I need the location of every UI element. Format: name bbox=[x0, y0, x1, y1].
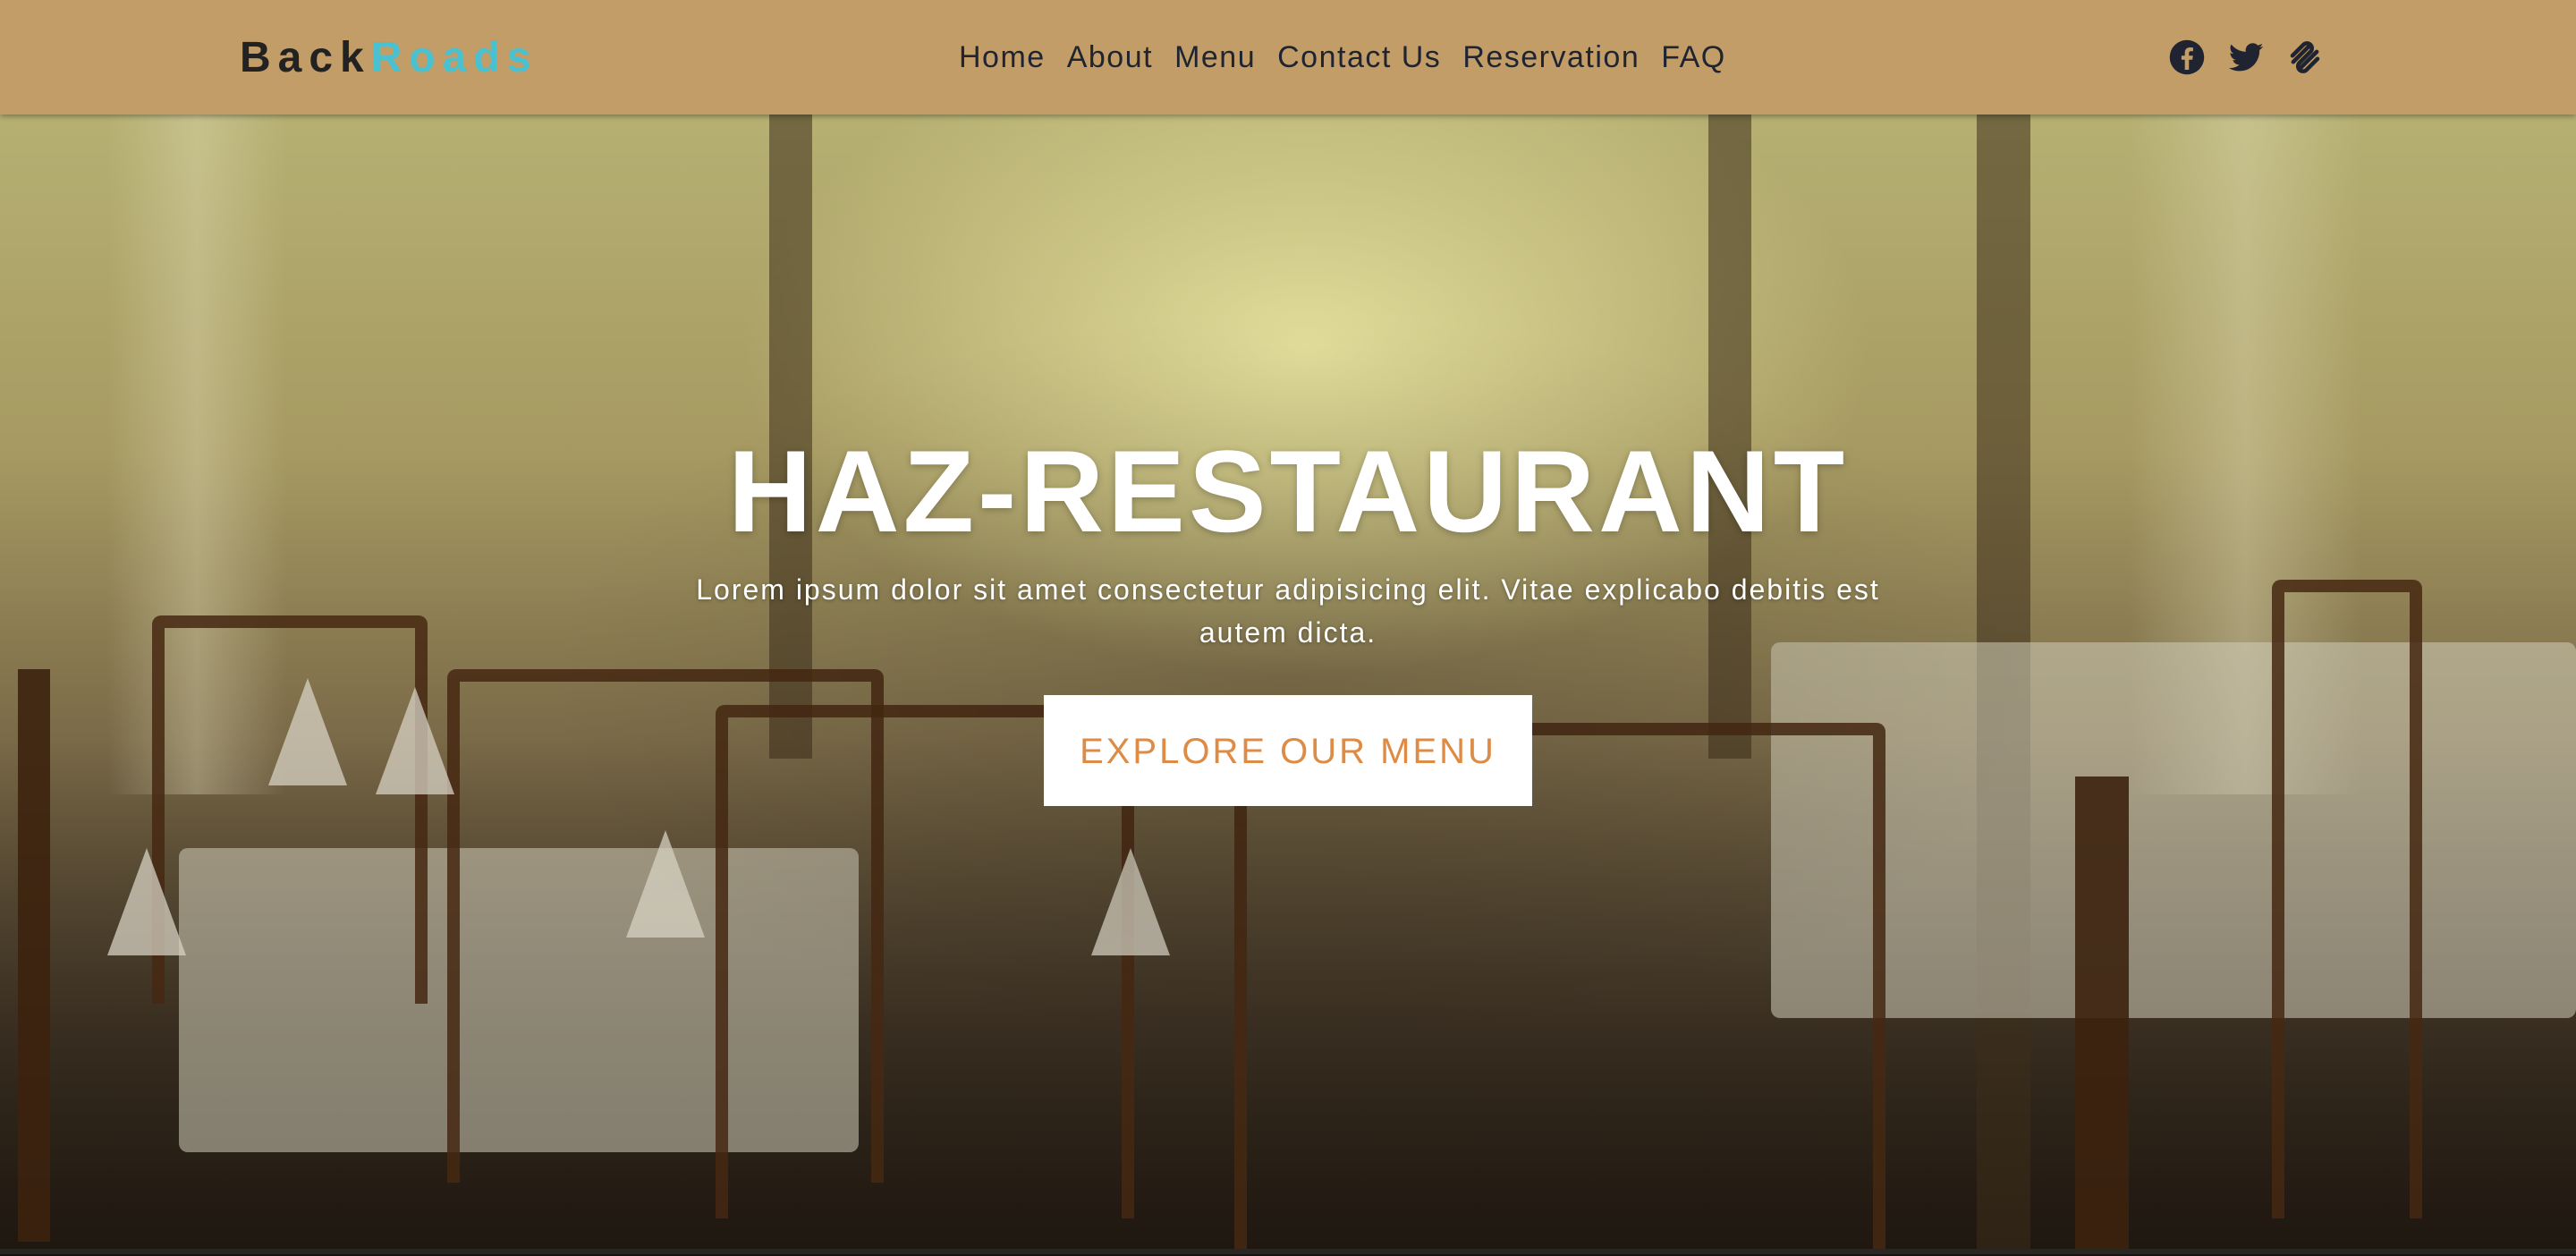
navbar: Back Roads Home About Menu Contact Us Res… bbox=[0, 0, 2576, 115]
nav-link-contact-us[interactable]: Contact Us bbox=[1277, 40, 1441, 75]
twitter-icon[interactable] bbox=[2227, 38, 2265, 76]
squarespace-icon[interactable] bbox=[2286, 38, 2324, 76]
nav-link-menu[interactable]: Menu bbox=[1174, 40, 1256, 75]
nav-links: Home About Menu Contact Us Reservation F… bbox=[959, 30, 1726, 84]
brand-logo[interactable]: Back Roads bbox=[240, 30, 538, 84]
social-links bbox=[2168, 36, 2324, 79]
hero-section: HAZ-RESTAURANT Lorem ipsum dolor sit ame… bbox=[0, 115, 2576, 1254]
hero-subtitle: Lorem ipsum dolor sit amet consectetur a… bbox=[696, 573, 1880, 649]
nav-link-reservation[interactable]: Reservation bbox=[1462, 40, 1640, 75]
brand-name-part1: Back bbox=[240, 33, 371, 81]
nav-link-about[interactable]: About bbox=[1067, 40, 1153, 75]
facebook-icon[interactable] bbox=[2168, 38, 2206, 76]
brand-name-part2: Roads bbox=[370, 33, 538, 81]
hero-content: HAZ-RESTAURANT Lorem ipsum dolor sit ame… bbox=[572, 428, 2004, 806]
hero-title: HAZ-RESTAURANT bbox=[727, 426, 1849, 556]
explore-menu-button[interactable]: EXPLORE OUR MENU bbox=[1044, 695, 1532, 806]
nav-link-home[interactable]: Home bbox=[959, 40, 1046, 75]
nav-link-faq[interactable]: FAQ bbox=[1661, 40, 1726, 75]
